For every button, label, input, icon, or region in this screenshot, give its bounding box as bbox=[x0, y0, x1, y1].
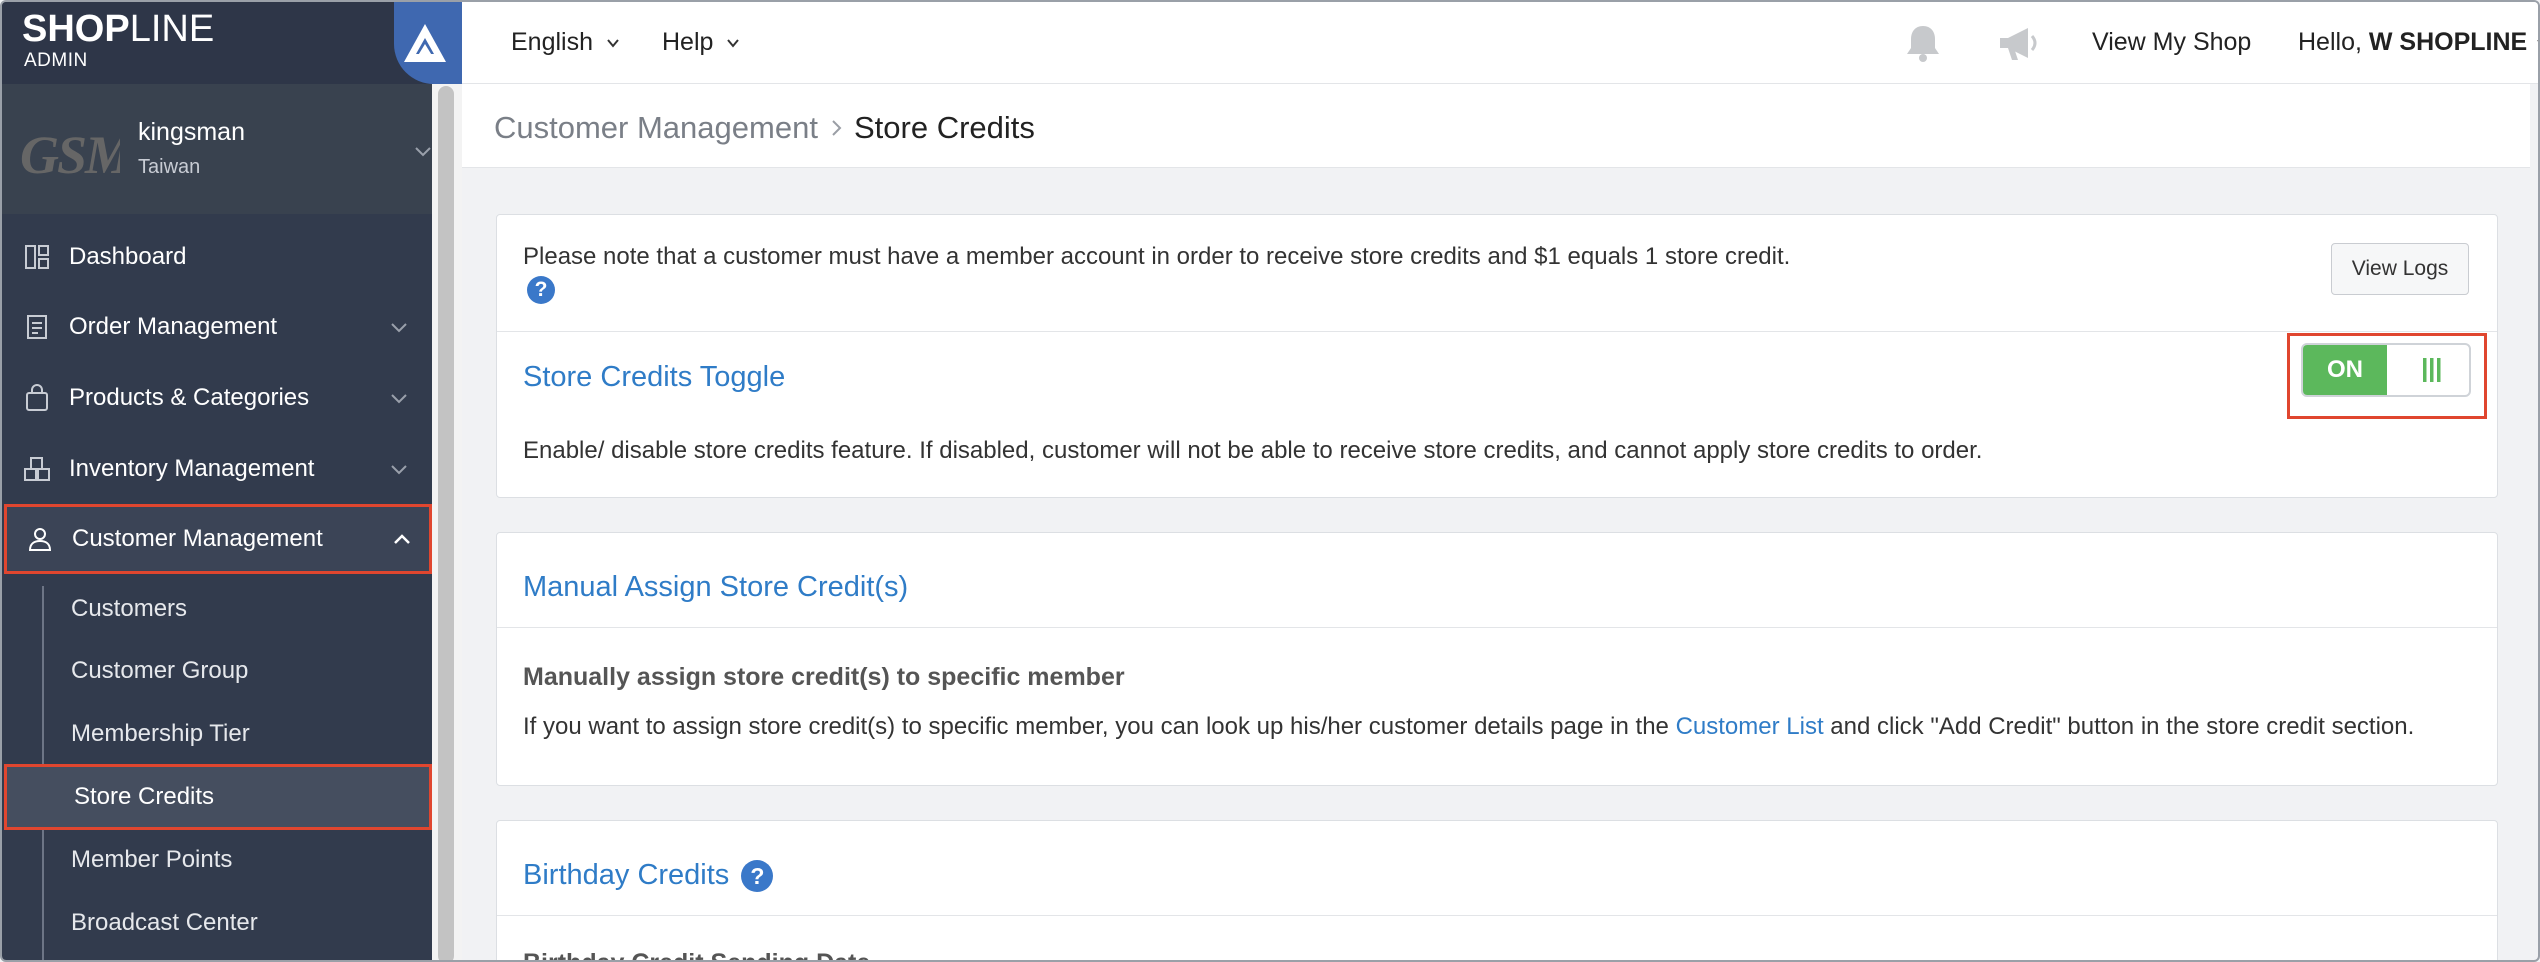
sidebar-subitem-store-credits[interactable]: Store Credits bbox=[4, 764, 432, 830]
divider bbox=[497, 627, 2497, 628]
sidebar-item-dashboard[interactable]: Dashboard bbox=[2, 222, 432, 292]
sidebar-item-order-management[interactable]: Order Management bbox=[2, 292, 432, 362]
sidebar-subitem-membership-tier[interactable]: Membership Tier bbox=[2, 703, 432, 765]
customer-list-link[interactable]: Customer List bbox=[1676, 713, 1824, 740]
manual-assign-heading: Manually assign store credit(s) to speci… bbox=[523, 663, 1125, 691]
view-my-shop-link[interactable]: View My Shop bbox=[2092, 28, 2251, 57]
clipboard-icon bbox=[22, 312, 52, 342]
question-icon[interactable]: ? bbox=[741, 860, 774, 893]
birthday-credits-title-text: Birthday Credits bbox=[523, 859, 730, 891]
shopping-bag-icon bbox=[22, 383, 52, 413]
brand-logo[interactable]: SHOPLINE bbox=[22, 8, 214, 51]
notice-text: Please note that a customer must have a … bbox=[523, 241, 1803, 305]
breadcrumb: Customer Management Store Credits bbox=[462, 84, 2530, 168]
store-credits-toggle-switch[interactable]: ON bbox=[2301, 343, 2471, 397]
description-text: If you want to assign store credit(s) to… bbox=[523, 713, 1676, 740]
sidebar-subitem-member-points[interactable]: Member Points bbox=[2, 829, 432, 891]
sidebar-subitem-customers[interactable]: Customers bbox=[2, 578, 432, 640]
chevron-down-icon bbox=[415, 147, 431, 157]
sidebar-subitem-label: Store Credits bbox=[74, 783, 215, 810]
sidebar-item-label: Products & Categories bbox=[69, 384, 310, 411]
sidebar-subitem-label: Customer Group bbox=[71, 657, 249, 684]
manual-assign-title: Manual Assign Store Credit(s) bbox=[523, 571, 909, 603]
chevron-down-icon bbox=[607, 39, 619, 48]
sidebar-item-label: Dashboard bbox=[69, 243, 187, 270]
store-credits-toggle-title: Store Credits Toggle bbox=[523, 361, 786, 393]
store-logo: GSM bbox=[20, 125, 120, 185]
bell-icon[interactable] bbox=[1902, 22, 1944, 64]
brand-name-bold: SHOP bbox=[22, 8, 130, 50]
view-logs-button[interactable]: View Logs bbox=[2331, 243, 2469, 295]
chevron-down-icon bbox=[727, 39, 740, 48]
sidebar-item-products-categories[interactable]: Products & Categories bbox=[2, 363, 432, 433]
page-title: Store Credits bbox=[854, 110, 1035, 145]
store-switcher[interactable]: GSM kingsman Taiwan bbox=[2, 84, 432, 214]
sidebar-subitem-label: Membership Tier bbox=[71, 720, 250, 747]
sidebar-subitem-label: Member Points bbox=[71, 846, 233, 873]
greeting-text: Hello, bbox=[2298, 28, 2362, 56]
chevron-right-icon bbox=[832, 120, 842, 136]
store-name: kingsman bbox=[138, 118, 245, 146]
sidebar-item-label: Order Management bbox=[69, 313, 278, 340]
sidebar-scrollbar-thumb[interactable] bbox=[438, 86, 454, 960]
manual-assign-panel: Manual Assign Store Credit(s) Manually a… bbox=[496, 532, 2498, 786]
chevron-down-icon bbox=[391, 323, 407, 333]
divider bbox=[497, 331, 2497, 332]
breadcrumb-parent-link[interactable]: Customer Management bbox=[494, 110, 818, 146]
megaphone-icon[interactable] bbox=[1996, 22, 2042, 64]
account-name: W SHOPLINE bbox=[2368, 28, 2528, 56]
divider bbox=[497, 915, 2497, 916]
help-dropdown[interactable]: Help bbox=[662, 28, 740, 57]
store-credits-toggle-description: Enable/ disable store credits feature. I… bbox=[523, 437, 1983, 464]
grip-icon bbox=[2423, 358, 2441, 382]
account-menu[interactable]: Hello, W SHOPLINE bbox=[2298, 28, 2538, 57]
mountain-logo-icon bbox=[394, 2, 462, 84]
toggle-on-label: ON bbox=[2303, 345, 2387, 395]
language-dropdown[interactable]: English bbox=[511, 28, 620, 57]
birthday-credits-title: Birthday Credits ? bbox=[523, 859, 774, 893]
sidebar-subitem-broadcast-center[interactable]: Broadcast Center bbox=[2, 892, 432, 954]
chevron-down-icon bbox=[391, 394, 407, 404]
description-text: and click "Add Credit" button in the sto… bbox=[1823, 713, 2415, 740]
help-label: Help bbox=[662, 28, 714, 56]
language-label: English bbox=[511, 28, 593, 56]
top-bar: English Help View My Shop Hello, W SHOPL… bbox=[462, 2, 2538, 84]
sidebar-item-label: Inventory Management bbox=[69, 455, 315, 482]
sidebar-subitem-label: Customers bbox=[71, 595, 188, 622]
brand-name-thin: LINE bbox=[129, 8, 215, 50]
user-icon bbox=[25, 524, 55, 554]
boxes-icon bbox=[22, 454, 52, 484]
birthday-credit-sending-date-heading: Birthday Credit Sending Date bbox=[523, 949, 870, 960]
sidebar-subitem-customer-group[interactable]: Customer Group bbox=[2, 640, 432, 702]
birthday-credits-panel: Birthday Credits ? Birthday Credit Sendi… bbox=[496, 820, 2498, 960]
store-credits-settings-panel: Please note that a customer must have a … bbox=[496, 214, 2498, 498]
chevron-down-icon bbox=[2537, 40, 2538, 42]
brand-sub: ADMIN bbox=[24, 50, 88, 71]
notice-message: Please note that a customer must have a … bbox=[523, 243, 1791, 270]
sidebar-item-customer-management[interactable]: Customer Management bbox=[4, 504, 432, 574]
sidebar-item-inventory-management[interactable]: Inventory Management bbox=[2, 434, 432, 504]
sidebar-subitem-label: Broadcast Center bbox=[71, 909, 258, 936]
sidebar: SHOPLINE ADMIN GSM kingsman Taiwan Dashb… bbox=[2, 2, 462, 960]
brand-header: SHOPLINE ADMIN bbox=[2, 2, 462, 84]
sidebar-item-label: Customer Management bbox=[72, 525, 323, 552]
dashboard-icon bbox=[22, 242, 52, 272]
app-window: SHOPLINE ADMIN GSM kingsman Taiwan Dashb… bbox=[0, 0, 2540, 962]
chevron-up-icon bbox=[394, 534, 410, 544]
store-region: Taiwan bbox=[138, 156, 201, 178]
chevron-down-icon bbox=[391, 465, 407, 475]
manual-assign-description: If you want to assign store credit(s) to… bbox=[523, 713, 2414, 741]
question-icon[interactable]: ? bbox=[527, 275, 555, 304]
